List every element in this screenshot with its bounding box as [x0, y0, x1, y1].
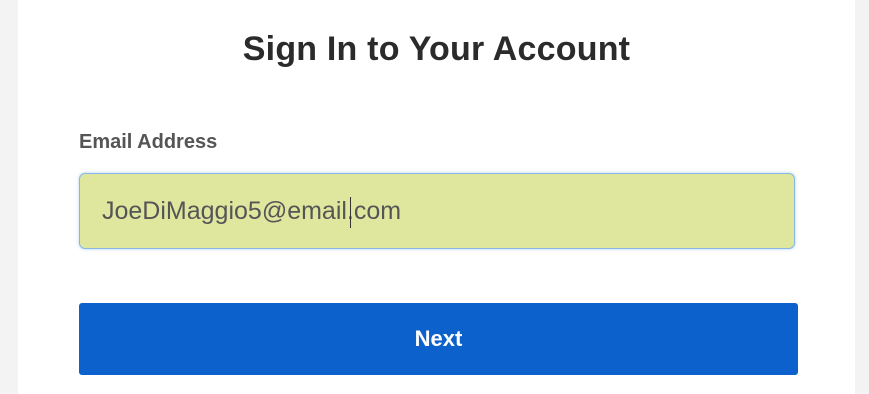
- email-label: Email Address: [79, 131, 218, 153]
- sign-in-card: Sign In to Your Account Email Address Ne…: [18, 0, 855, 394]
- next-button[interactable]: Next: [79, 303, 798, 375]
- page-title: Sign In to Your Account: [242, 30, 631, 68]
- text-cursor: [350, 197, 351, 228]
- email-field[interactable]: [79, 173, 795, 249]
